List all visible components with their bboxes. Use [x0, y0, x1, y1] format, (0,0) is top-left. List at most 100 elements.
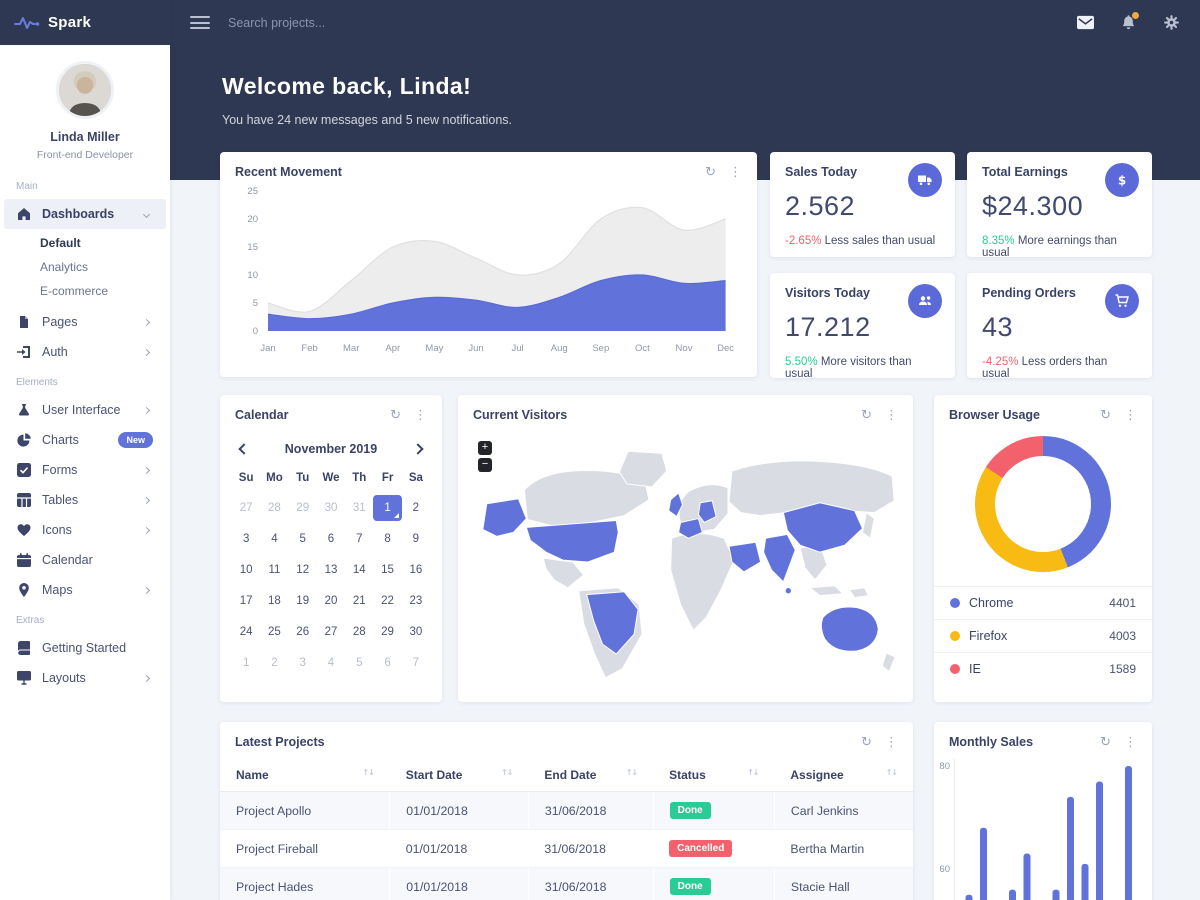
map-zoom-out-button[interactable]: − — [478, 458, 492, 472]
sort-icon[interactable]: ↑↓ — [362, 768, 373, 777]
sidebar-item-tables[interactable]: Tables — [4, 485, 166, 515]
map-country-africa[interactable] — [671, 533, 734, 630]
sidebar-item-charts[interactable]: ChartsNew — [4, 425, 166, 455]
sidebar-item-layouts[interactable]: Layouts — [4, 663, 166, 693]
column-header-start-date[interactable]: Start Date↑↓ — [390, 759, 529, 792]
sidebar-item-dashboards[interactable]: Dashboards — [4, 199, 166, 229]
calendar-day[interactable]: 31 — [345, 495, 373, 521]
mail-icon[interactable] — [1077, 14, 1094, 31]
column-header-status[interactable]: Status↑↓ — [653, 759, 774, 792]
sidebar-item-pages[interactable]: Pages — [4, 307, 166, 337]
sidebar-subitem-default[interactable]: Default — [0, 231, 170, 255]
sidebar-item-icons[interactable]: Icons — [4, 515, 166, 545]
calendar-day[interactable]: 8 — [373, 526, 401, 552]
sidebar-item-user-interface[interactable]: User Interface — [4, 395, 166, 425]
refresh-icon[interactable]: ↻ — [1100, 736, 1111, 749]
calendar-day[interactable]: 12 — [289, 557, 317, 583]
sort-icon[interactable]: ↑↓ — [501, 768, 512, 777]
calendar-day[interactable]: 24 — [232, 619, 260, 645]
search-input[interactable] — [228, 16, 508, 30]
map-country-indonesia-2[interactable] — [850, 588, 869, 598]
sidebar-subitem-e-commerce[interactable]: E-commerce — [0, 279, 170, 303]
map-country-india[interactable] — [764, 534, 796, 581]
sidebar-item-auth[interactable]: Auth — [4, 337, 166, 367]
calendar-day[interactable]: 15 — [373, 557, 401, 583]
calendar-day[interactable]: 21 — [345, 588, 373, 614]
map-country-saudi-arabia[interactable] — [729, 542, 761, 572]
calendar-day[interactable]: 1 — [232, 650, 260, 676]
kebab-menu-icon[interactable]: ⋮ — [885, 736, 898, 749]
calendar-day[interactable]: 27 — [317, 619, 345, 645]
map-country-australia[interactable] — [821, 607, 878, 651]
calendar-day[interactable]: 10 — [232, 557, 260, 583]
sidebar-item-maps[interactable]: Maps — [4, 575, 166, 605]
kebab-menu-icon[interactable]: ⋮ — [414, 409, 427, 422]
calendar-day[interactable]: 29 — [373, 619, 401, 645]
kebab-menu-icon[interactable]: ⋮ — [1124, 409, 1137, 422]
calendar-day[interactable]: 25 — [260, 619, 288, 645]
calendar-day[interactable]: 5 — [345, 650, 373, 676]
calendar-day[interactable]: 28 — [260, 495, 288, 521]
refresh-icon[interactable]: ↻ — [705, 166, 716, 179]
calendar-day[interactable]: 6 — [373, 650, 401, 676]
calendar-day[interactable]: 4 — [317, 650, 345, 676]
column-header-end-date[interactable]: End Date↑↓ — [528, 759, 653, 792]
kebab-menu-icon[interactable]: ⋮ — [729, 166, 742, 179]
map-country-sri-lanka[interactable] — [785, 588, 791, 594]
column-header-assignee[interactable]: Assignee↑↓ — [774, 759, 913, 792]
refresh-icon[interactable]: ↻ — [1100, 409, 1111, 422]
calendar-day[interactable]: 18 — [260, 588, 288, 614]
sidebar-item-calendar[interactable]: Calendar — [4, 545, 166, 575]
calendar-day[interactable]: 7 — [345, 526, 373, 552]
map-country-greenland[interactable] — [619, 451, 666, 487]
calendar-day[interactable]: 17 — [232, 588, 260, 614]
calendar-day[interactable]: 16 — [402, 557, 430, 583]
brand[interactable]: Spark — [0, 0, 170, 45]
sort-icon[interactable]: ↑↓ — [626, 768, 637, 777]
calendar-day[interactable]: 6 — [317, 526, 345, 552]
table-row[interactable]: Project Fireball01/01/201831/06/2018Canc… — [220, 830, 913, 868]
calendar-day[interactable]: 11 — [260, 557, 288, 583]
sidebar-item-getting-started[interactable]: Getting Started — [4, 633, 166, 663]
sort-icon[interactable]: ↑↓ — [886, 768, 897, 777]
calendar-day[interactable]: 22 — [373, 588, 401, 614]
calendar-day[interactable]: 30 — [317, 495, 345, 521]
map-zoom-in-button[interactable]: + — [478, 441, 492, 455]
calendar-day[interactable]: 28 — [345, 619, 373, 645]
calendar-day[interactable]: 20 — [317, 588, 345, 614]
refresh-icon[interactable]: ↻ — [861, 736, 872, 749]
map-country-china[interactable] — [783, 503, 862, 552]
calendar-day[interactable]: 13 — [317, 557, 345, 583]
map-country-alaska[interactable] — [483, 499, 526, 537]
calendar-day[interactable]: 4 — [260, 526, 288, 552]
calendar-day[interactable]: 2 — [402, 495, 430, 521]
sidebar-subitem-analytics[interactable]: Analytics — [0, 255, 170, 279]
calendar-day[interactable]: 7 — [402, 650, 430, 676]
column-header-name[interactable]: Name↑↓ — [220, 759, 390, 792]
calendar-day[interactable]: 23 — [402, 588, 430, 614]
map-country-indonesia[interactable] — [810, 586, 843, 596]
kebab-menu-icon[interactable]: ⋮ — [1124, 736, 1137, 749]
refresh-icon[interactable]: ↻ — [861, 409, 872, 422]
settings-gear-icon[interactable] — [1163, 14, 1180, 31]
hamburger-menu-icon[interactable] — [190, 13, 210, 33]
map-country-japan[interactable] — [862, 513, 874, 539]
sidebar-item-forms[interactable]: Forms — [4, 455, 166, 485]
refresh-icon[interactable]: ↻ — [390, 409, 401, 422]
calendar-day[interactable]: 14 — [345, 557, 373, 583]
calendar-day[interactable]: 9 — [402, 526, 430, 552]
map-country-mexico[interactable] — [543, 558, 584, 588]
calendar-day[interactable]: 29 — [289, 495, 317, 521]
calendar-next-button[interactable] — [412, 443, 423, 454]
map-country-new-zealand[interactable] — [882, 653, 895, 672]
kebab-menu-icon[interactable]: ⋮ — [885, 409, 898, 422]
calendar-day[interactable]: 3 — [289, 650, 317, 676]
calendar-day[interactable]: 19 — [289, 588, 317, 614]
sort-icon[interactable]: ↑↓ — [747, 768, 758, 777]
calendar-day[interactable]: 3 — [232, 526, 260, 552]
calendar-day[interactable]: 5 — [289, 526, 317, 552]
map-country-usa[interactable] — [526, 521, 618, 563]
table-row[interactable]: Project Apollo01/01/201831/06/2018DoneCa… — [220, 792, 913, 830]
calendar-day-selected[interactable]: 1 — [373, 495, 401, 521]
calendar-day[interactable]: 2 — [260, 650, 288, 676]
